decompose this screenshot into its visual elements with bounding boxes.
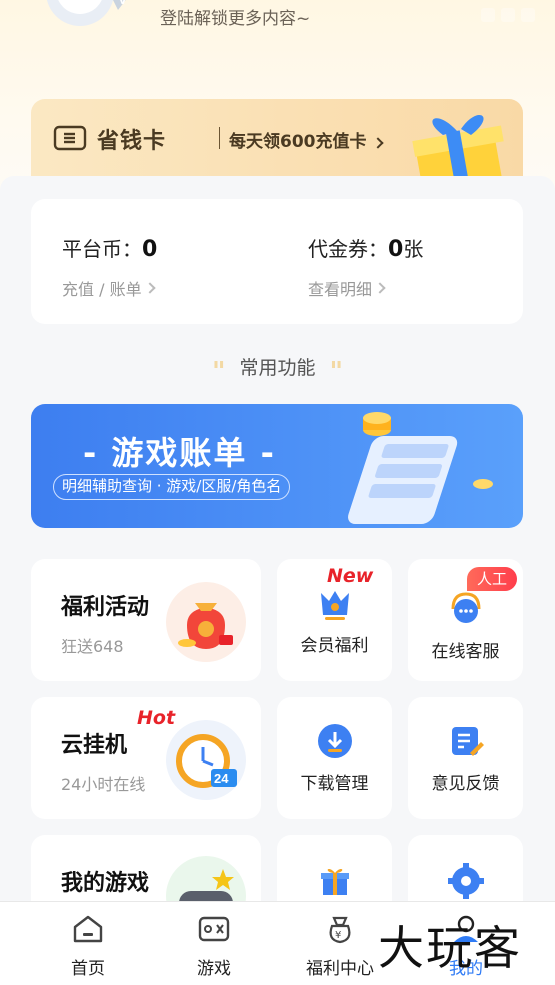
voucher-value: 0 — [388, 237, 404, 262]
svg-text:V: V — [118, 0, 128, 7]
tile-subtitle: 24小时在线 — [61, 775, 146, 794]
tab-label: 首页 — [71, 959, 105, 979]
crown-icon — [320, 591, 349, 620]
section-title: " 常用功能 " — [0, 353, 555, 387]
login-hint[interactable]: 登陆解锁更多内容~ — [160, 4, 310, 29]
card-icon — [53, 125, 87, 151]
watermark-text: 大玩客 — [378, 921, 522, 975]
voucher-label: 代金券： — [308, 237, 388, 261]
tile-title: 云挂机 — [61, 733, 128, 758]
cloud-hangup-tile[interactable]: Hot 云挂机 24小时在线 24 — [31, 697, 261, 819]
game-bill-banner[interactable]: - 游戏账单 - 明细辅助查询 · 游戏/区服/角色名 — [31, 404, 523, 528]
svg-text:¥: ¥ — [335, 930, 341, 941]
edit-note-icon — [451, 727, 484, 756]
hot-badge: Hot — [137, 707, 176, 729]
tile-label: 意见反馈 — [431, 774, 500, 794]
online-service-tile[interactable]: 人工 在线客服 — [408, 559, 523, 681]
lucky-bag-icon — [166, 582, 246, 662]
coins-section[interactable]: 平台币：0 充值 / 账单 — [62, 233, 157, 300]
chevron-right-icon — [372, 137, 385, 149]
avatar[interactable]: V — [30, 0, 138, 40]
divider — [219, 127, 220, 149]
gear-icon — [447, 863, 484, 899]
tab-home[interactable]: 首页 — [28, 902, 148, 985]
tab-label: 游戏 — [197, 959, 231, 979]
quote-mark-icon: " — [329, 357, 344, 387]
gift-box-icon — [412, 114, 504, 179]
welfare-activity-tile[interactable]: 福利活动 狂送648 — [31, 559, 261, 681]
voucher-detail-label: 查看明细 — [308, 280, 373, 299]
money-bag-icon: ¥ — [329, 916, 351, 944]
clock-24h-icon: 24 — [166, 720, 246, 800]
vip-card-title: 省钱卡 — [97, 129, 167, 154]
voucher-unit: 张 — [403, 237, 424, 261]
vip-card[interactable]: 省钱卡 每天领600充值卡 — [31, 99, 523, 179]
chevron-right-icon — [374, 282, 386, 294]
gift-icon — [320, 868, 349, 895]
vip-card-promo[interactable]: 每天领600充值卡 — [229, 127, 385, 152]
tile-label: 下载管理 — [300, 774, 369, 794]
recharge-bill-label: 充值 / 账单 — [62, 280, 142, 299]
download-manager-tile[interactable]: 下载管理 — [277, 697, 392, 819]
human-badge: 人工 — [466, 567, 517, 591]
tile-subtitle: 狂送648 — [61, 637, 124, 656]
headset-icon — [451, 592, 480, 623]
coins-label: 平台币： — [62, 237, 142, 261]
vip-promo-label: 每天领600充值卡 — [229, 132, 367, 152]
gamepad-icon — [198, 916, 230, 942]
recharge-bill-link[interactable]: 充值 / 账单 — [62, 276, 157, 300]
section-title-label: 常用功能 — [239, 357, 316, 379]
new-badge: New — [327, 565, 374, 587]
wallet-card: 平台币：0 充值 / 账单 代金券：0张 查看明细 — [31, 199, 523, 324]
quote-mark-icon: " — [211, 357, 226, 387]
feedback-tile[interactable]: 意见反馈 — [408, 697, 523, 819]
member-benefits-tile[interactable]: New 会员福利 — [277, 559, 392, 681]
phone-illustration — [348, 412, 493, 524]
bill-banner-title: - 游戏账单 - — [83, 434, 276, 472]
download-icon — [317, 724, 352, 758]
bill-banner-subtitle: 明细辅助查询 · 游戏/区服/角色名 — [53, 474, 291, 500]
tile-label: 在线客服 — [431, 642, 500, 662]
voucher-detail-link[interactable]: 查看明细 — [308, 276, 423, 300]
tab-games[interactable]: 游戏 — [154, 902, 274, 985]
tile-label: 会员福利 — [300, 636, 369, 656]
svg-text:24: 24 — [214, 771, 229, 786]
tile-title: 我的游戏 — [61, 871, 150, 896]
status-icons — [481, 8, 535, 22]
coins-value: 0 — [142, 237, 158, 262]
voucher-section[interactable]: 代金券：0张 查看明细 — [308, 233, 423, 300]
tile-title: 福利活动 — [61, 595, 150, 620]
chevron-right-icon — [143, 282, 156, 294]
home-icon — [73, 915, 103, 943]
